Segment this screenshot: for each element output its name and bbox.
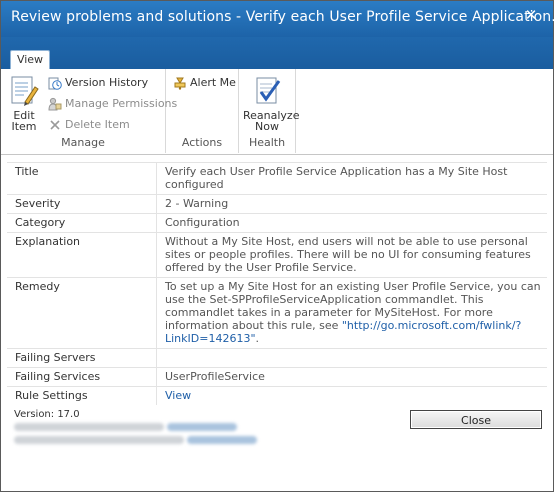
edit-item-label-2: Item: [11, 120, 37, 133]
alert-me-icon: [174, 77, 186, 90]
blurred-created-by-link: [167, 423, 237, 431]
manage-permissions-icon: [48, 97, 62, 111]
property-value: UserProfileService: [156, 367, 547, 387]
manage-permissions-button[interactable]: Manage Permissions: [48, 96, 177, 112]
reanalyze-now-button[interactable]: Reanalyze Now: [243, 75, 299, 133]
dialog-window: Review problems and solutions - Verify e…: [0, 0, 554, 492]
property-key: Rule Settings: [7, 386, 157, 405]
property-key: Explanation: [7, 232, 157, 278]
property-value: Verify each User Profile Service Applica…: [156, 162, 547, 195]
edit-item-button[interactable]: Edit Item: [7, 75, 41, 132]
group-label-actions: Actions: [181, 136, 223, 149]
version-history-button[interactable]: Version History: [48, 75, 148, 91]
table-row: Remedy To set up a My Site Host for an e…: [7, 277, 547, 349]
property-key: Severity: [7, 194, 157, 214]
remedy-suffix: .: [255, 332, 260, 345]
manage-permissions-label: Manage Permissions: [65, 97, 178, 110]
version-history-label: Version History: [65, 76, 149, 89]
table-row: Failing Servers: [7, 348, 547, 368]
property-value: 2 - Warning: [156, 194, 547, 214]
close-icon[interactable]: ✕: [523, 7, 539, 23]
blurred-modified-info: [14, 436, 184, 444]
property-value: [156, 348, 547, 368]
property-key: Category: [7, 213, 157, 233]
tab-view[interactable]: View: [10, 50, 50, 70]
group-label-manage: Manage: [61, 136, 105, 149]
rule-settings-view-link[interactable]: View: [165, 389, 191, 402]
property-value: Configuration: [156, 213, 547, 233]
ribbon: Edit Item Version History Manage Permissi…: [1, 69, 553, 155]
properties-panel: Title Verify each User Profile Service A…: [1, 155, 553, 491]
title-bar: Review problems and solutions - Verify e…: [1, 1, 554, 37]
table-row: Title Verify each User Profile Service A…: [7, 162, 547, 195]
table-row: Category Configuration: [7, 213, 547, 233]
property-value: To set up a My Site Host for an existing…: [156, 277, 547, 349]
reanalyze-icon: [256, 77, 281, 104]
property-key: Remedy: [7, 277, 157, 349]
delete-item-label: Delete Item: [65, 118, 130, 131]
properties-table: Title Verify each User Profile Service A…: [7, 162, 547, 405]
table-row: Failing Services UserProfileService: [7, 367, 547, 387]
group-label-health: Health: [248, 136, 286, 149]
edit-item-icon: [11, 76, 39, 106]
property-key: Title: [7, 162, 157, 195]
version-label: Version: 17.0: [14, 409, 80, 420]
ribbon-group-health: Reanalyze Now Health: [239, 69, 299, 153]
property-value: Without a My Site Host, end users will n…: [156, 232, 547, 278]
alert-me-button[interactable]: Alert Me: [173, 75, 236, 91]
delete-item-button[interactable]: Delete Item: [48, 117, 130, 133]
ribbon-group-actions: Alert Me Actions: [166, 69, 239, 153]
delete-icon: [50, 120, 60, 130]
table-row: Explanation Without a My Site Host, end …: [7, 232, 547, 278]
blurred-modified-by-link: [187, 436, 257, 444]
blurred-created-info: [14, 423, 164, 431]
property-key: Failing Servers: [7, 348, 157, 368]
dialog-title: Review problems and solutions - Verify e…: [11, 9, 554, 25]
alert-me-label: Alert Me: [190, 76, 236, 89]
property-value-cell: View: [156, 386, 547, 405]
table-row: Rule Settings View: [7, 386, 547, 405]
ribbon-group-manage: Edit Item Version History Manage Permissi…: [1, 69, 177, 153]
property-key: Failing Services: [7, 367, 157, 387]
ribbon-tab-strip: View: [1, 37, 553, 70]
close-button[interactable]: Close: [410, 410, 542, 429]
table-row: Severity 2 - Warning: [7, 194, 547, 214]
version-history-icon: [48, 77, 62, 90]
reanalyze-label-2: Now: [255, 120, 279, 133]
